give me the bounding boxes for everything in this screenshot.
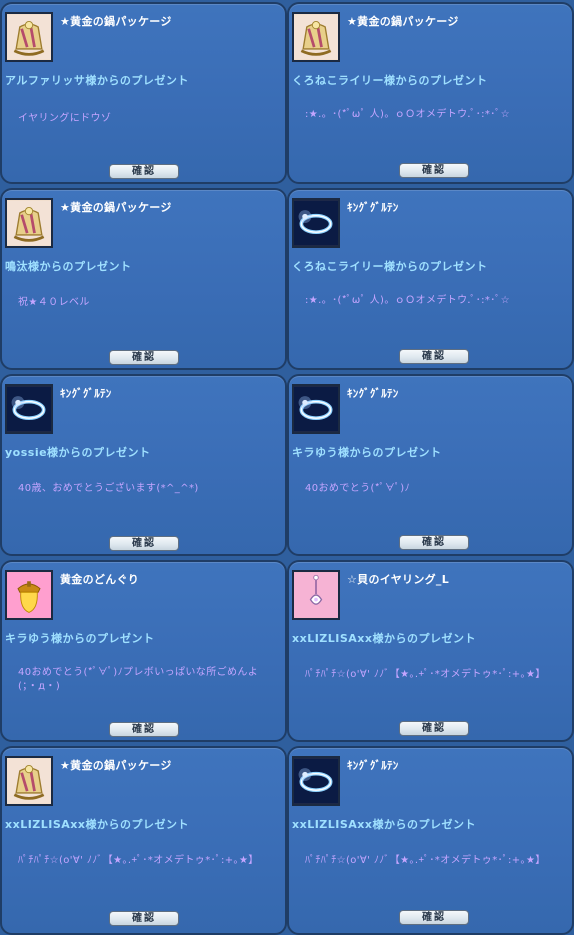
gift-message: :★.。･(*ﾟωﾟ 人)。ｏＯオメデトウ.ﾟ･:*･ﾟ☆ [305, 295, 511, 306]
gift-card: ★黄金の鍋パッケージ 鳴汰様からのプレゼント 祝★４０レベル 確認 [0, 188, 287, 370]
confirm-button[interactable]: 確認 [399, 349, 469, 364]
golden-pot-icon [5, 756, 53, 806]
gift-card: 黄金のどんぐり キラゆう様からのプレゼント 40おめでとう(*ﾟ∀ﾟ)ﾉプレボい… [0, 560, 287, 742]
gift-title: ｷﾝｸﾞｸﾞﾙﾃﾝ [347, 201, 399, 214]
gift-card: ｷﾝｸﾞｸﾞﾙﾃﾝ キラゆう様からのプレゼント 40おめでとう(*ﾟ∀ﾟ)ﾉ 確… [287, 374, 574, 556]
gift-card: ｷﾝｸﾞｸﾞﾙﾃﾝ yossie様からのプレゼント 40歳、おめでとうございます… [0, 374, 287, 556]
golden-pot-icon [5, 12, 53, 62]
gift-sender: xxLIZLISAxx様からのプレゼント [292, 818, 476, 831]
gift-message: :★.。･(*ﾟωﾟ 人)。ｏＯオメデトウ.ﾟ･:*･ﾟ☆ [305, 109, 511, 120]
gift-title: 黄金のどんぐり [60, 573, 140, 586]
gift-card: ☆貝のイヤリング_L xxLIZLISAxx様からのプレゼント ﾊﾟﾁﾊﾟﾁ☆(… [287, 560, 574, 742]
glowing-ring-icon [292, 384, 340, 434]
gift-title: ★黄金の鍋パッケージ [60, 15, 172, 28]
confirm-button[interactable]: 確認 [109, 722, 179, 737]
gift-card: ★黄金の鍋パッケージ xxLIZLISAxx様からのプレゼント ﾊﾟﾁﾊﾟﾁ☆(… [0, 746, 287, 935]
gift-sender: xxLIZLISAxx様からのプレゼント [292, 632, 476, 645]
gift-sender: xxLIZLISAxx様からのプレゼント [5, 818, 189, 831]
golden-pot-icon [292, 12, 340, 62]
gift-message: 祝★４０レベル [18, 297, 90, 308]
gift-sender: キラゆう様からのプレゼント [292, 446, 442, 459]
gift-message: イヤリングにドウゾ [18, 113, 112, 124]
gift-sender: yossie様からのプレゼント [5, 446, 151, 459]
confirm-button[interactable]: 確認 [109, 536, 179, 551]
gift-message: 40おめでとう(*ﾟ∀ﾟ)ﾉプレボいっぱいな所ごめんよ(；・д・) [18, 667, 259, 692]
gift-title: ｷﾝｸﾞｸﾞﾙﾃﾝ [347, 759, 399, 772]
gift-sender: キラゆう様からのプレゼント [5, 632, 155, 645]
gift-list: ★黄金の鍋パッケージ アルファリッサ様からのプレゼント イヤリングにドウゾ 確認… [0, 0, 574, 935]
gift-title: ☆貝のイヤリング_L [347, 573, 450, 586]
glowing-ring-icon [5, 384, 53, 434]
golden-pot-icon [5, 198, 53, 248]
gift-sender: アルファリッサ様からのプレゼント [5, 74, 189, 87]
gift-message: ﾊﾟﾁﾊﾟﾁ☆(o'∀' ﾉﾉﾞ【★｡.+ﾟ･*オメデトゥ*･ﾟ:+｡★】 [305, 669, 546, 680]
confirm-button[interactable]: 確認 [399, 721, 469, 736]
glowing-ring-icon [292, 756, 340, 806]
gift-sender: 鳴汰様からのプレゼント [5, 260, 132, 273]
confirm-button[interactable]: 確認 [109, 350, 179, 365]
golden-acorn-icon [5, 570, 53, 620]
gift-message: ﾊﾟﾁﾊﾟﾁ☆(o'∀' ﾉﾉﾞ【★｡.+ﾟ･*オメデトゥ*･ﾟ:+｡★】 [18, 855, 259, 866]
gift-sender: くろねこライリー様からのプレゼント [292, 260, 488, 273]
shell-earring-icon [292, 570, 340, 620]
gift-sender: くろねこライリー様からのプレゼント [292, 74, 488, 87]
gift-message: ﾊﾟﾁﾊﾟﾁ☆(o'∀' ﾉﾉﾞ【★｡.+ﾟ･*オメデトゥ*･ﾟ:+｡★】 [305, 855, 546, 866]
confirm-button[interactable]: 確認 [399, 163, 469, 178]
gift-card: ★黄金の鍋パッケージ くろねこライリー様からのプレゼント :★.。･(*ﾟωﾟ … [287, 2, 574, 184]
confirm-button[interactable]: 確認 [399, 910, 469, 925]
gift-card: ｷﾝｸﾞｸﾞﾙﾃﾝ xxLIZLISAxx様からのプレゼント ﾊﾟﾁﾊﾟﾁ☆(o… [287, 746, 574, 935]
confirm-button[interactable]: 確認 [109, 911, 179, 926]
gift-title: ｷﾝｸﾞｸﾞﾙﾃﾝ [60, 387, 112, 400]
gift-title: ｷﾝｸﾞｸﾞﾙﾃﾝ [347, 387, 399, 400]
gift-title: ★黄金の鍋パッケージ [60, 759, 172, 772]
confirm-button[interactable]: 確認 [399, 535, 469, 550]
glowing-ring-icon [292, 198, 340, 248]
gift-card: ★黄金の鍋パッケージ アルファリッサ様からのプレゼント イヤリングにドウゾ 確認 [0, 2, 287, 184]
gift-title: ★黄金の鍋パッケージ [347, 15, 459, 28]
gift-message: 40歳、おめでとうございます(*^_^*) [18, 483, 199, 494]
confirm-button[interactable]: 確認 [109, 164, 179, 179]
gift-message: 40おめでとう(*ﾟ∀ﾟ)ﾉ [305, 483, 410, 494]
gift-title: ★黄金の鍋パッケージ [60, 201, 172, 214]
gift-card: ｷﾝｸﾞｸﾞﾙﾃﾝ くろねこライリー様からのプレゼント :★.。･(*ﾟωﾟ 人… [287, 188, 574, 370]
